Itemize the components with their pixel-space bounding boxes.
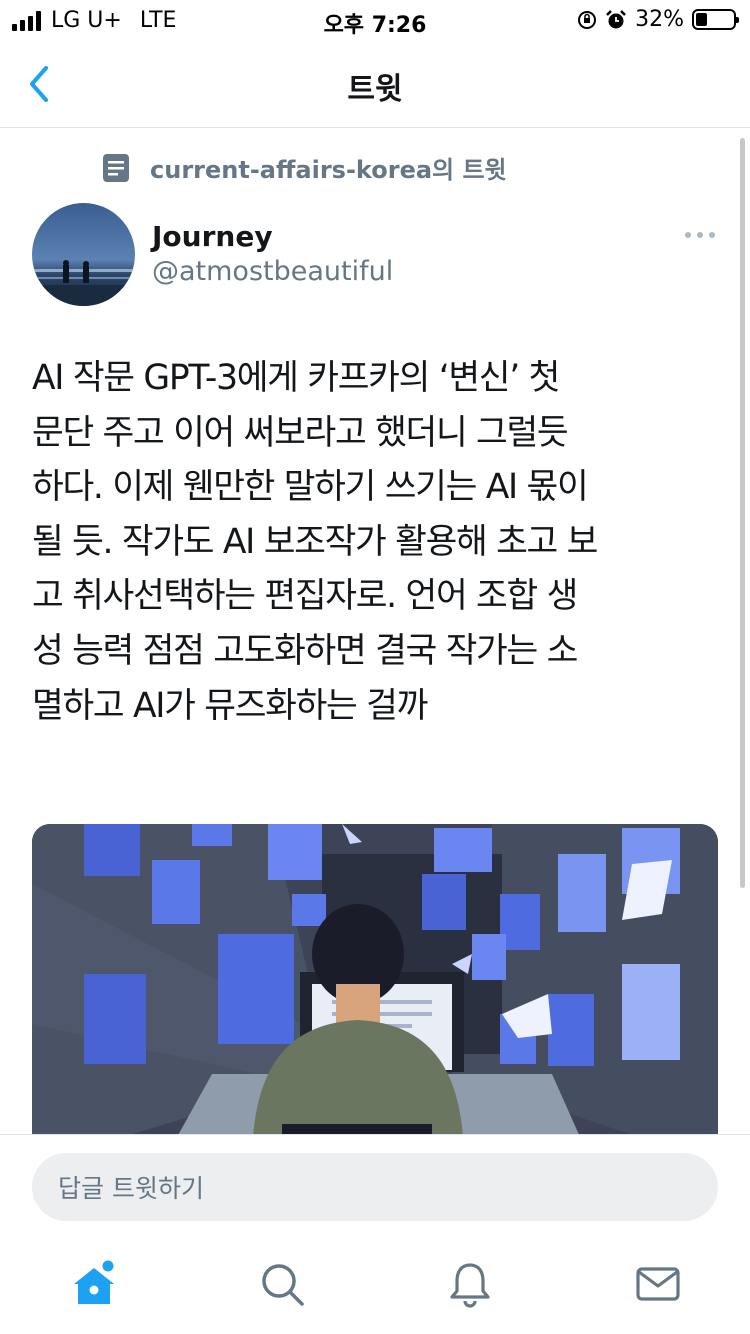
author-name[interactable]: Journey — [152, 220, 273, 253]
battery-icon — [692, 9, 739, 30]
more-icon — [685, 232, 715, 238]
status-right: 32% — [577, 7, 739, 32]
scroll-indicator[interactable] — [740, 138, 745, 888]
context-label: current-affairs-korea의 트윗 — [150, 156, 507, 184]
tab-home[interactable] — [70, 1260, 118, 1308]
navigation-bar: 트윗 — [0, 40, 750, 128]
avatar-image — [32, 203, 135, 306]
search-icon — [262, 1264, 304, 1306]
bell-icon — [450, 1263, 490, 1308]
tab-notifications[interactable] — [446, 1260, 494, 1308]
reply-input[interactable]: 답글 트윗하기 — [32, 1153, 718, 1221]
home-icon — [74, 1260, 114, 1304]
tweet-context[interactable]: current-affairs-korea의 트윗 — [102, 150, 507, 185]
alarm-icon — [606, 9, 626, 28]
battery-percent: 32% — [635, 7, 684, 32]
rotation-lock-icon — [578, 10, 597, 29]
reply-bar: 답글 트윗하기 — [0, 1134, 750, 1248]
tab-bar — [0, 1248, 750, 1334]
illustration-writer-at-desk — [32, 824, 718, 1164]
status-bar: LG U+ LTE 오후 7:26 32% — [0, 0, 750, 40]
tab-messages[interactable] — [634, 1260, 682, 1308]
avatar[interactable] — [32, 203, 135, 306]
document-icon — [103, 153, 129, 182]
more-options-button[interactable] — [684, 222, 716, 248]
author-handle[interactable]: @atmostbeautiful — [152, 256, 393, 287]
page-title: 트윗 — [347, 72, 403, 107]
tweet-image[interactable] — [32, 824, 718, 1164]
tab-search[interactable] — [258, 1260, 306, 1308]
tweet-text: AI 작문 GPT-3에게 카프카의 ‘변신’ 첫 문단 주고 이어 써보라고 … — [32, 358, 598, 726]
mail-icon — [636, 1267, 680, 1301]
